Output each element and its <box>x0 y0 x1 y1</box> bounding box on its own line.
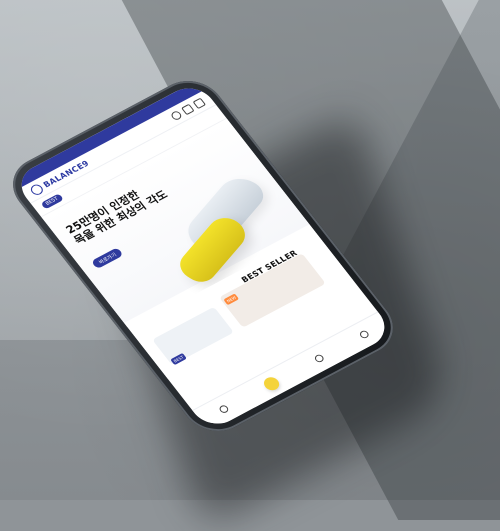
category-icon <box>312 353 325 364</box>
cart-icon[interactable] <box>180 103 195 115</box>
logo-mark-icon <box>28 182 45 197</box>
bottom-nav-center[interactable] <box>260 375 282 393</box>
search-icon[interactable] <box>169 109 183 121</box>
my-icon <box>357 329 370 340</box>
bottom-nav-category[interactable] <box>312 353 325 364</box>
bottom-nav-my[interactable] <box>357 329 370 340</box>
best-seller-card-1[interactable] <box>152 306 234 366</box>
bottom-nav-home[interactable] <box>217 404 230 415</box>
home-icon <box>217 404 230 415</box>
menu-icon[interactable] <box>192 97 206 109</box>
center-action-icon <box>260 375 282 393</box>
hero-cta-button[interactable]: 바로가기 <box>90 246 124 270</box>
